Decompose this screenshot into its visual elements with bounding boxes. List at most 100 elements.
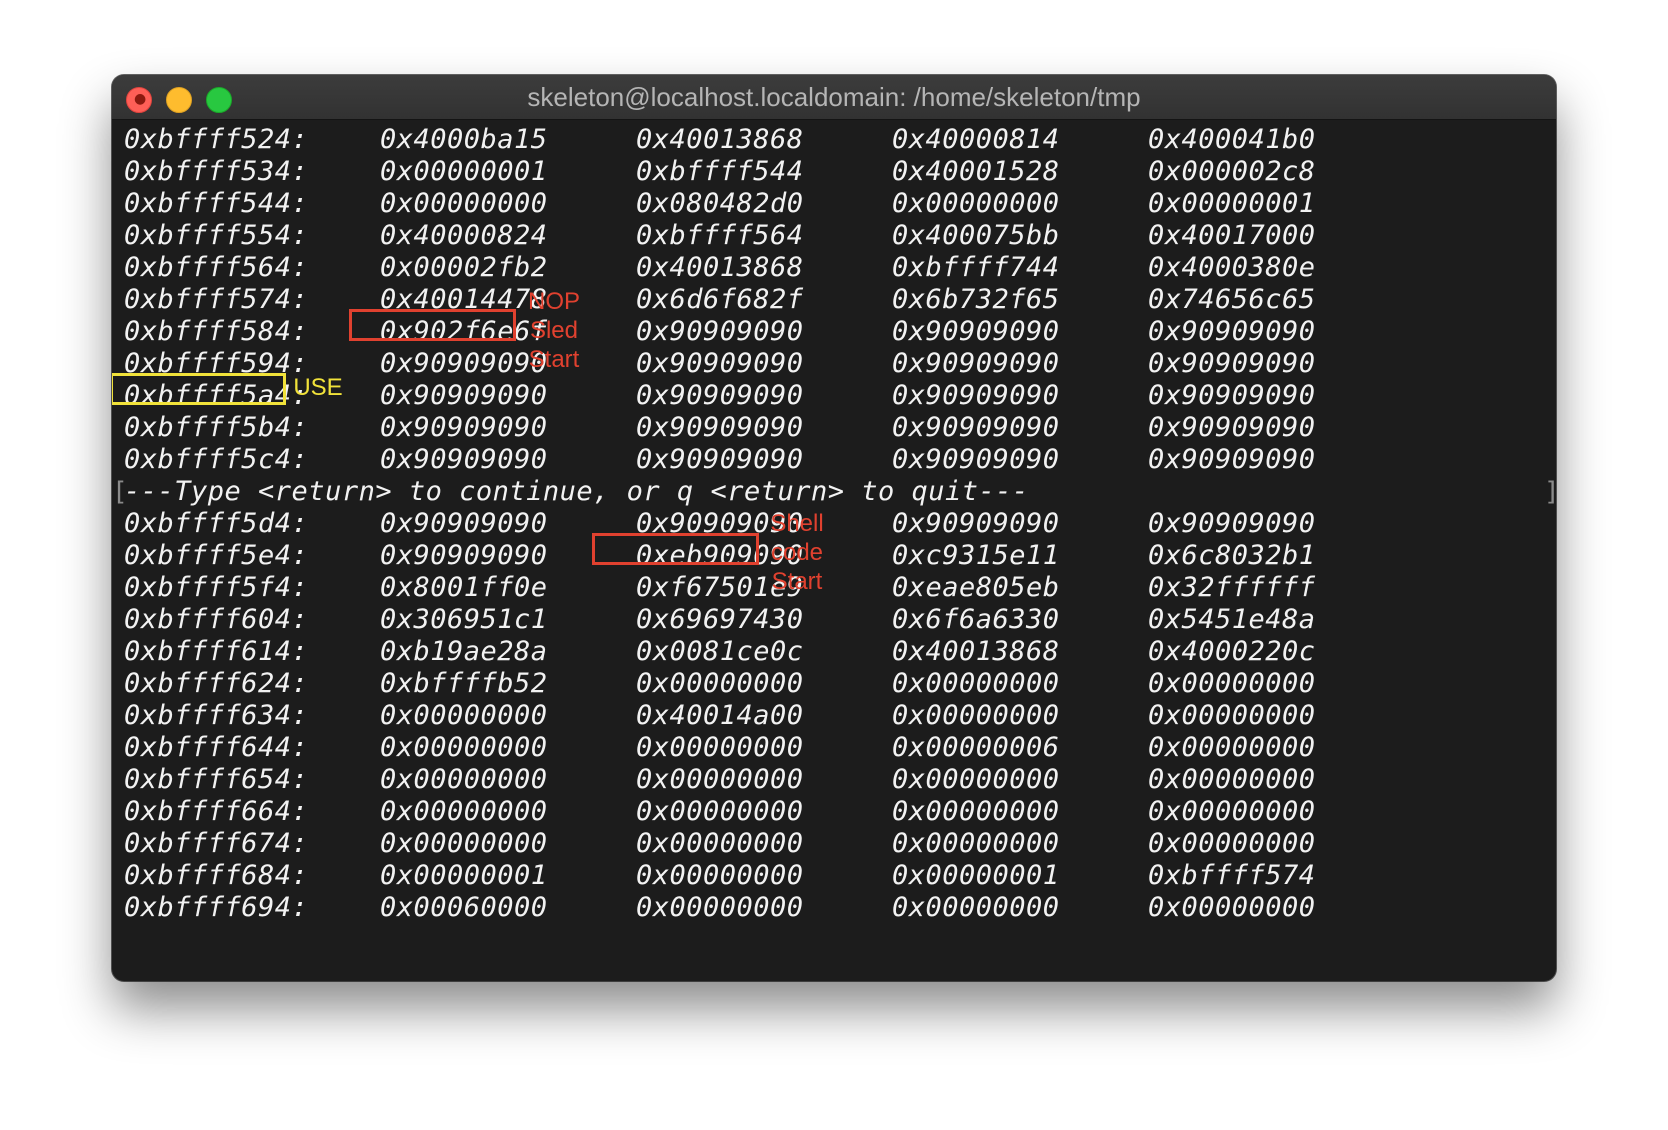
memory-word: 0x90909090	[1148, 380, 1316, 411]
memory-word: 0x4000380e	[1148, 252, 1316, 283]
memory-word: 0xbffff564	[636, 220, 804, 251]
memory-row: 0xbffff5b4: 0x90909090 0x90909090 0x9090909…	[112, 411, 1556, 445]
memory-word: 0x00000000	[636, 668, 804, 699]
memory-word: 0x00000000	[636, 796, 804, 827]
memory-word: 0x00000000	[380, 700, 548, 731]
memory-word: 0x400075bb	[892, 220, 1060, 251]
memory-address: 0xbffff644:	[124, 732, 309, 763]
memory-word: 0x40013868	[636, 252, 804, 283]
memory-word: 0x90909090	[1148, 412, 1316, 443]
memory-row: 0xbffff674: 0x00000000 0x00000000 0x0000000…	[112, 827, 1556, 861]
pager-prompt: ---Type <return> to continue, or q <retu…	[124, 476, 1029, 507]
memory-row: 0xbffff534: 0x00000001 0xbffff544 0x4000152…	[112, 155, 1556, 189]
memory-word: 0x00000000	[636, 828, 804, 859]
memory-word: 0x40013868	[636, 124, 804, 155]
memory-word: 0x40013868	[892, 636, 1060, 667]
memory-word: 0x00000000	[1148, 700, 1316, 731]
memory-word: 0x00060000	[380, 892, 548, 923]
shell-label-line3: Start	[771, 568, 823, 595]
shellcode-start-box	[592, 533, 759, 565]
memory-address: 0xbffff534:	[124, 156, 309, 187]
use-label: USE	[293, 374, 343, 401]
memory-word: 0x32ffffff	[1148, 572, 1316, 603]
pager-prompt-row: [ ---Type <return> to continue, or q <re…	[112, 475, 1556, 509]
memory-address: 0xbffff5d4:	[124, 508, 309, 539]
memory-word: 0x6b732f65	[892, 284, 1060, 315]
memory-word: 0x00000000	[892, 188, 1060, 219]
memory-word: 0x6d6f682f	[636, 284, 804, 315]
memory-word: 0x0081ce0c	[636, 636, 804, 667]
memory-word: 0xbffff744	[892, 252, 1060, 283]
memory-word: 0x90909090	[380, 508, 548, 539]
memory-row: 0xbffff5d4: 0x90909090 0x90909090 0x9090909…	[112, 507, 1556, 541]
memory-row: 0xbffff564: 0x00002fb2 0x40013868 0xbffff74…	[112, 251, 1556, 285]
memory-word: 0x000002c8	[1148, 156, 1316, 187]
memory-word: 0x400041b0	[1148, 124, 1316, 155]
memory-word: 0x00000006	[892, 732, 1060, 763]
memory-word: 0x6c8032b1	[1148, 540, 1316, 571]
memory-address: 0xbffff634:	[124, 700, 309, 731]
memory-word: 0x90909090	[1148, 508, 1316, 539]
nop-label-line1: NOP	[527, 288, 580, 315]
memory-word: 0x00000001	[1148, 188, 1316, 219]
memory-word: 0x90909090	[380, 444, 548, 475]
memory-word: 0x00000000	[636, 764, 804, 795]
memory-row: 0xbffff694: 0x00060000 0x00000000 0x0000000…	[112, 891, 1556, 925]
memory-word: 0x40000814	[892, 124, 1060, 155]
memory-row: 0xbffff584: 0x902f6e6f 0x90909090 0x9090909…	[112, 315, 1556, 349]
memory-address: 0xbffff524:	[124, 124, 309, 155]
memory-word: 0x00000000	[380, 764, 548, 795]
memory-word: 0x00000000	[1148, 764, 1316, 795]
memory-word: 0x90909090	[892, 380, 1060, 411]
nop-sled-start-box	[349, 309, 516, 341]
memory-word: 0x00000000	[380, 732, 548, 763]
shellcode-start-label: Shell code Start	[764, 509, 830, 596]
memory-word: 0x00000001	[892, 860, 1060, 891]
memory-word: 0x00000000	[892, 700, 1060, 731]
memory-row: 0xbffff5f4: 0x8001ff0e 0xf67501e9 0xeae805e…	[112, 571, 1556, 605]
memory-word: 0x90909090	[636, 412, 804, 443]
title-bar[interactable]: ● skeleton@localhost.localdomain: /home/…	[112, 75, 1556, 120]
memory-word: 0x90909090	[380, 412, 548, 443]
memory-word: 0x40000824	[380, 220, 548, 251]
memory-address: 0xbffff544:	[124, 188, 309, 219]
memory-word: 0x40014a00	[636, 700, 804, 731]
memory-row: 0xbffff654: 0x00000000 0x00000000 0x0000000…	[112, 763, 1556, 797]
memory-word: 0x00000001	[380, 156, 548, 187]
memory-word: 0x8001ff0e	[380, 572, 548, 603]
memory-word: 0x00002fb2	[380, 252, 548, 283]
terminal-output[interactable]: 0xbffff694: 0x00060000 0x00000000 0x0000000…	[112, 119, 1556, 981]
memory-word: 0x00000000	[892, 764, 1060, 795]
memory-word: 0x90909090	[1148, 316, 1316, 347]
memory-address: 0xbffff584:	[124, 316, 309, 347]
memory-row: 0xbffff644: 0x00000000 0x00000000 0x0000000…	[112, 731, 1556, 765]
memory-address: 0xbffff5b4:	[124, 412, 309, 443]
memory-word: 0x90909090	[636, 444, 804, 475]
memory-word: 0x90909090	[380, 540, 548, 571]
memory-word: 0x90909090	[1148, 348, 1316, 379]
nop-label-line3: Start	[528, 346, 580, 373]
nop-label-line2: Sled	[529, 317, 579, 344]
memory-row: 0xbffff5c4: 0x90909090 0x90909090 0x9090909…	[112, 443, 1556, 477]
memory-word: 0x00000000	[1148, 828, 1316, 859]
memory-row: 0xbffff604: 0x306951c1 0x69697430 0x6f6a633…	[112, 603, 1556, 637]
memory-word: 0x00000000	[892, 892, 1060, 923]
memory-word: 0x00000000	[636, 732, 804, 763]
memory-word: 0x00000000	[1148, 892, 1316, 923]
memory-row: 0xbffff664: 0x00000000 0x00000000 0x0000000…	[112, 795, 1556, 829]
memory-word: 0xb19ae28a	[380, 636, 548, 667]
memory-row: 0xbffff614: 0xb19ae28a 0x0081ce0c 0x4001386…	[112, 635, 1556, 669]
window-title: skeleton@localhost.localdomain: /home/sk…	[527, 82, 1141, 112]
memory-word: 0x00000000	[380, 796, 548, 827]
memory-word: 0x90909090	[892, 316, 1060, 347]
memory-address: 0xbffff614:	[124, 636, 309, 667]
shell-label-line1: Shell	[770, 510, 824, 537]
memory-row: 0xbffff624: 0xbffffb52 0x00000000 0x0000000…	[112, 667, 1556, 701]
nop-sled-start-label: NOP Sled Start	[524, 287, 584, 374]
memory-word: 0x4000ba15	[380, 124, 548, 155]
use-address-box	[112, 373, 286, 405]
terminal-window: ● skeleton@localhost.localdomain: /home/…	[112, 75, 1556, 981]
memory-word: 0x40017000	[1148, 220, 1316, 251]
memory-address: 0xbffff574:	[124, 284, 309, 315]
memory-address: 0xbffff554:	[124, 220, 309, 251]
